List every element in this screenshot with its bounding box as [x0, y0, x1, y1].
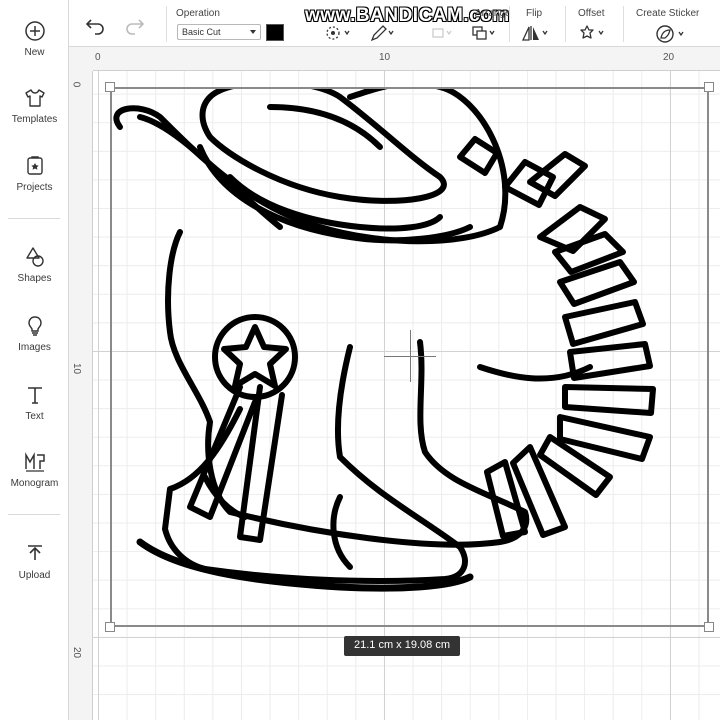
operation-label: Operation: [176, 8, 220, 19]
ruler-tick-label: 0: [70, 81, 82, 88]
size-readout: 21.1 cm x 19.08 cm: [344, 636, 460, 656]
sidebar-divider: [8, 218, 60, 219]
ruler-tick-label: 20: [663, 52, 675, 63]
ruler-tick-label: 10: [71, 362, 83, 375]
shirt-icon: [24, 87, 46, 109]
plus-circle-icon: [24, 20, 46, 42]
chevron-down-icon: [250, 30, 256, 34]
sidebar-item-monogram[interactable]: Monogram: [0, 451, 69, 489]
arrange-label: Arrange: [475, 8, 511, 19]
top-toolbar: Operation Basic Cut www.BANDICAM.com Arr…: [69, 0, 720, 47]
flip-icon[interactable]: [521, 24, 551, 42]
sidebar-item-label: Monogram: [10, 478, 59, 489]
toolbar-divider: [623, 6, 624, 42]
ruler-tick-label: 20: [71, 646, 83, 659]
sidebar-item-projects[interactable]: Projects: [0, 155, 69, 193]
sidebar-item-label: Templates: [11, 114, 58, 125]
cursor-crosshair: [384, 356, 436, 357]
sidebar-item-images[interactable]: Images: [0, 315, 69, 353]
ruler-tick-label: 0: [95, 52, 101, 63]
resize-handle-top-left[interactable]: [105, 82, 115, 92]
toolbar-divider: [166, 6, 167, 42]
lightbulb-icon: [24, 315, 46, 337]
offset-icon[interactable]: [577, 24, 607, 42]
vertical-ruler: 0 10 20: [69, 71, 93, 720]
shapes-icon: [24, 246, 46, 268]
operation-select-value: Basic Cut: [182, 27, 221, 37]
sidebar-item-label: New: [24, 47, 45, 58]
resize-handle-bottom-right[interactable]: [704, 622, 714, 632]
redo-icon[interactable]: [123, 17, 145, 35]
sidebar-item-new[interactable]: New: [0, 20, 69, 58]
sidebar-item-label: Projects: [16, 182, 53, 193]
projects-icon: [24, 155, 46, 177]
sidebar-item-text[interactable]: Text: [0, 384, 69, 422]
left-sidebar: New Templates Projects Shapes Images Tex…: [0, 0, 69, 720]
sidebar-item-label: Upload: [18, 570, 51, 581]
ruler-tick-label: 10: [379, 52, 391, 63]
undo-icon[interactable]: [85, 17, 107, 35]
align-icon[interactable]: [431, 24, 455, 42]
horizontal-ruler: 0 10 20: [69, 47, 720, 71]
sidebar-item-label: Text: [25, 411, 44, 422]
sticker-icon[interactable]: [655, 24, 687, 43]
text-T-icon: [24, 384, 46, 406]
upload-icon: [24, 543, 46, 565]
toolbar-divider: [509, 6, 510, 42]
sidebar-divider: [8, 514, 60, 515]
sidebar-item-shapes[interactable]: Shapes: [0, 246, 69, 284]
toolbar-divider: [565, 6, 566, 42]
resize-handle-top-right[interactable]: [704, 82, 714, 92]
resize-handle-bottom-left[interactable]: [105, 622, 115, 632]
sidebar-item-upload[interactable]: Upload: [0, 543, 69, 581]
monogram-icon: [24, 451, 46, 473]
offset-label: Offset: [578, 8, 605, 19]
ruler-corner: [69, 47, 93, 71]
color-swatch[interactable]: [266, 24, 284, 41]
arrange-icon[interactable]: [471, 24, 497, 42]
operation-select[interactable]: Basic Cut: [177, 24, 261, 40]
sidebar-item-label: Images: [18, 342, 51, 353]
create-sticker-label: Create Sticker: [636, 8, 700, 19]
flip-label: Flip: [526, 8, 543, 19]
sidebar-item-templates[interactable]: Templates: [0, 87, 69, 125]
sidebar-item-label: Shapes: [17, 273, 52, 284]
